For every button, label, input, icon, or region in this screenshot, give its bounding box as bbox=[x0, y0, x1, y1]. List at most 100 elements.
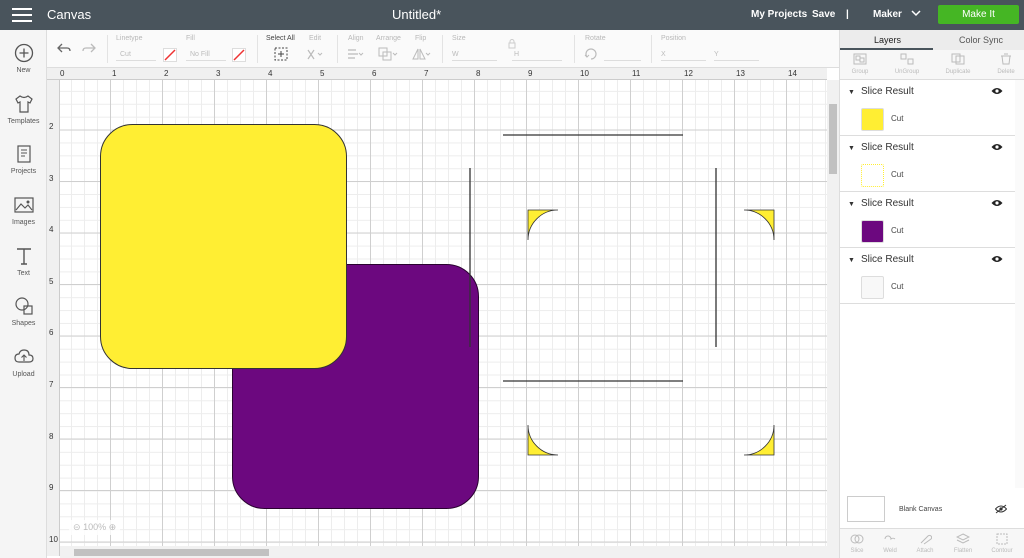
linetype-value: Cut bbox=[120, 51, 131, 58]
tshirt-icon bbox=[14, 95, 33, 113]
sidebar-item-new[interactable]: New bbox=[0, 42, 47, 74]
align-label: Align bbox=[348, 35, 364, 42]
layer-header[interactable]: ▼ Slice Result bbox=[848, 142, 914, 153]
sidebar-item-upload[interactable]: Upload bbox=[0, 346, 47, 378]
rotate-icon[interactable] bbox=[584, 48, 598, 61]
text-icon bbox=[16, 248, 31, 265]
arrange-icon[interactable] bbox=[378, 47, 398, 61]
sidebar-label-new: New bbox=[16, 67, 31, 74]
ungroup-icon[interactable] bbox=[900, 53, 914, 65]
eye-icon[interactable] bbox=[991, 255, 1003, 263]
sidebar-item-templates[interactable]: Templates bbox=[0, 93, 47, 125]
make-it-button[interactable]: Make It bbox=[938, 5, 1019, 24]
tab-layers[interactable]: Layers bbox=[874, 35, 901, 45]
position-x-input[interactable]: X bbox=[661, 49, 706, 61]
document-title[interactable]: Untitled* bbox=[392, 7, 441, 22]
flip-icon[interactable] bbox=[411, 47, 431, 61]
expand-triangle-icon[interactable]: ▼ bbox=[848, 201, 855, 208]
eye-icon[interactable] bbox=[991, 199, 1003, 207]
attach-icon[interactable] bbox=[918, 533, 932, 545]
lock-icon[interactable] bbox=[507, 39, 517, 49]
slice-result-outline[interactable] bbox=[469, 134, 717, 382]
position-y-prefix: Y bbox=[714, 51, 719, 58]
duplicate-icon[interactable] bbox=[951, 53, 965, 65]
tab-color-sync[interactable]: Color Sync bbox=[959, 35, 1003, 45]
group-button[interactable]: Group bbox=[842, 69, 878, 75]
layer-swatch bbox=[861, 108, 884, 131]
trash-icon[interactable] bbox=[999, 53, 1013, 65]
position-label: Position bbox=[661, 35, 686, 42]
vertical-scrollbar[interactable] bbox=[827, 80, 839, 558]
design-canvas[interactable]: 0 1 2 3 4 5 6 7 8 9 10 11 12 13 14 2 3 4 5 6 7 8 9 10 ⊝ 100% ⊕ bbox=[47, 68, 839, 558]
vertical-scroll-thumb[interactable] bbox=[829, 104, 837, 174]
weld-icon[interactable] bbox=[883, 533, 897, 545]
flatten-button[interactable]: Flatten bbox=[947, 548, 979, 554]
expand-triangle-icon[interactable]: ▼ bbox=[848, 145, 855, 152]
layer-header[interactable]: ▼ Slice Result bbox=[848, 254, 914, 265]
layer-row[interactable]: ▼ Slice Result Cut bbox=[840, 249, 1015, 304]
expand-triangle-icon[interactable]: ▼ bbox=[848, 257, 855, 264]
left-sidebar: New Templates Projects Images Text Shape… bbox=[0, 30, 47, 558]
fill-color-swatch[interactable] bbox=[232, 48, 246, 62]
group-icon[interactable] bbox=[853, 53, 867, 65]
redo-icon[interactable] bbox=[82, 42, 96, 54]
layer-row[interactable]: ▼ Slice Result Cut bbox=[840, 81, 1015, 136]
sidebar-item-projects[interactable]: Projects bbox=[0, 143, 47, 175]
select-all-icon[interactable] bbox=[274, 47, 288, 61]
contour-icon[interactable] bbox=[995, 533, 1009, 545]
eye-icon[interactable] bbox=[991, 87, 1003, 95]
flatten-icon[interactable] bbox=[956, 533, 970, 545]
sidebar-item-shapes[interactable]: Shapes bbox=[0, 295, 47, 327]
machine-label: Maker bbox=[873, 9, 902, 20]
image-icon bbox=[13, 197, 34, 213]
topbar-divider: | bbox=[846, 9, 849, 20]
contour-button[interactable]: Contour bbox=[986, 548, 1018, 554]
undo-icon[interactable] bbox=[57, 42, 71, 54]
ungroup-button[interactable]: UnGroup bbox=[889, 69, 925, 75]
eye-icon[interactable] bbox=[991, 143, 1003, 151]
layer-operation: Cut bbox=[891, 226, 904, 235]
menu-icon[interactable] bbox=[12, 8, 32, 22]
expand-triangle-icon[interactable]: ▼ bbox=[848, 89, 855, 96]
edit-icon[interactable] bbox=[306, 48, 324, 61]
layer-header[interactable]: ▼ Slice Result bbox=[848, 86, 914, 97]
sidebar-item-text[interactable]: Text bbox=[0, 245, 47, 277]
save-button[interactable]: Save bbox=[812, 9, 835, 20]
rotate-input[interactable] bbox=[604, 49, 641, 61]
zoom-out-icon[interactable]: ⊝ bbox=[73, 522, 81, 532]
horizontal-scroll-thumb[interactable] bbox=[74, 549, 269, 556]
linetype-color-swatch[interactable] bbox=[163, 48, 177, 62]
upload-cloud-icon bbox=[13, 349, 34, 363]
horizontal-scrollbar[interactable] bbox=[60, 546, 827, 558]
layer-row[interactable]: ▼ Slice Result Cut bbox=[840, 137, 1015, 192]
layer-header[interactable]: ▼ Slice Result bbox=[848, 198, 914, 209]
zoom-control[interactable]: ⊝ 100% ⊕ bbox=[69, 520, 121, 535]
duplicate-button[interactable]: Duplicate bbox=[940, 69, 976, 75]
blank-canvas-swatch[interactable] bbox=[847, 496, 885, 522]
weld-button[interactable]: Weld bbox=[874, 548, 906, 554]
attach-button[interactable]: Attach bbox=[909, 548, 941, 554]
height-prefix: H bbox=[514, 51, 520, 58]
slice-button[interactable]: Slice bbox=[841, 548, 873, 554]
app-title: Canvas bbox=[47, 7, 92, 22]
sidebar-item-images[interactable]: Images bbox=[0, 194, 47, 226]
my-projects-link[interactable]: My Projects bbox=[751, 9, 807, 20]
toolbar-separator bbox=[337, 35, 338, 63]
fill-select[interactable]: No Fill bbox=[186, 49, 226, 61]
layer-row[interactable]: ▼ Slice Result Cut bbox=[840, 193, 1015, 248]
align-icon[interactable] bbox=[346, 48, 364, 61]
toolbar-separator bbox=[257, 35, 258, 63]
position-y-input[interactable]: Y bbox=[714, 49, 759, 61]
linetype-select[interactable]: Cut bbox=[116, 49, 156, 61]
eye-hidden-icon[interactable] bbox=[995, 504, 1007, 514]
top-bar: Canvas Untitled* My Projects Save | Make… bbox=[0, 0, 1024, 30]
panel-scrollbar[interactable] bbox=[1015, 80, 1024, 488]
zoom-in-icon[interactable]: ⊕ bbox=[109, 522, 117, 532]
height-input[interactable]: H bbox=[512, 49, 562, 61]
delete-button[interactable]: Delete bbox=[988, 69, 1024, 75]
width-input[interactable]: W bbox=[452, 49, 497, 61]
yellow-square-shape[interactable] bbox=[100, 124, 347, 369]
slice-corner-pieces[interactable] bbox=[527, 209, 775, 456]
machine-select[interactable]: Maker bbox=[873, 9, 921, 20]
slice-icon[interactable] bbox=[850, 533, 864, 545]
